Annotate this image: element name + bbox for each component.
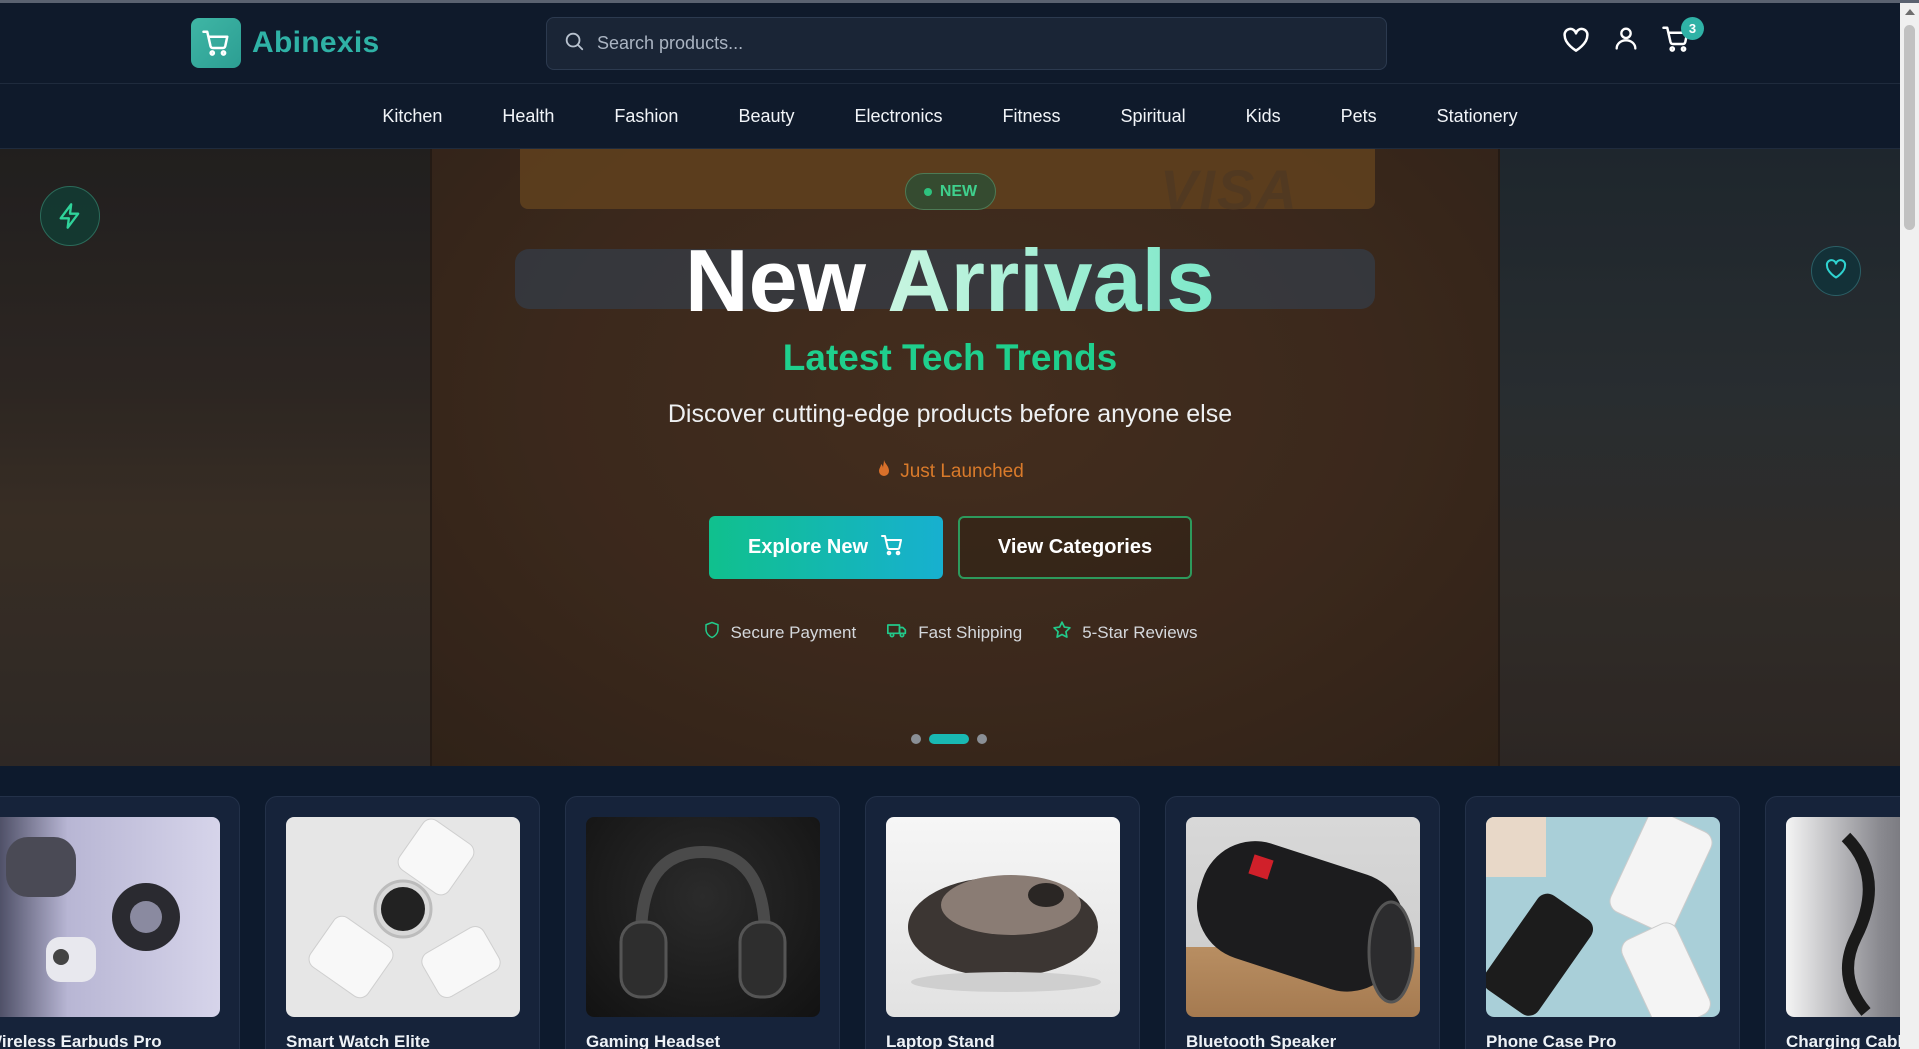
product-image-charging-cable: [1786, 817, 1900, 1017]
explore-new-label: Explore New: [747, 536, 869, 558]
trust-secure-payment-label: Secure Payment: [730, 622, 857, 642]
new-badge: NEW: [905, 173, 996, 210]
product-carousel: Wireless Earbuds Pro Smart Watch Elite G…: [0, 766, 1900, 1049]
explore-new-button[interactable]: Explore New: [709, 516, 943, 579]
search-bar[interactable]: [546, 17, 1387, 70]
trust-reviews-label: 5-Star Reviews: [1082, 622, 1198, 642]
slider-dot-3[interactable]: [977, 734, 987, 744]
product-name: Wireless Earbuds Pro: [0, 1032, 162, 1049]
hero-title-part2: Arrivals: [887, 231, 1215, 330]
product-image-phone-case: [1486, 817, 1720, 1017]
hero-title-part1: New: [685, 231, 866, 330]
cart-count-badge: 3: [1681, 17, 1704, 40]
category-link-fashion[interactable]: Fashion: [614, 106, 678, 127]
heart-icon: [1561, 25, 1591, 60]
wishlist-button[interactable]: [1558, 24, 1594, 60]
product-card[interactable]: Gaming Headset: [565, 796, 840, 1049]
category-nav: Kitchen Health Fashion Beauty Electronic…: [0, 85, 1900, 149]
page-scrollbar[interactable]: [1900, 3, 1919, 1049]
cart-button[interactable]: 3: [1658, 17, 1704, 59]
shield-icon: [703, 620, 721, 645]
trust-badges: Secure Payment Fast Shipping 5-Star Revi…: [0, 620, 1900, 645]
product-name: Gaming Headset: [586, 1032, 721, 1049]
category-link-pets[interactable]: Pets: [1341, 106, 1377, 127]
trust-secure-payment: Secure Payment: [703, 620, 857, 645]
hero-subtitle: Latest Tech Trends: [782, 337, 1118, 378]
product-image-laptop-stand: [886, 817, 1120, 1017]
site-header: Abinexis 3: [0, 3, 1900, 84]
slider-dots: [911, 734, 987, 744]
slider-dot-2[interactable]: [929, 734, 969, 744]
product-name: Smart Watch Elite: [286, 1032, 430, 1049]
trust-fast-shipping-label: Fast Shipping: [918, 622, 1023, 642]
product-image-bluetooth-speaker: [1186, 817, 1420, 1017]
category-link-stationery[interactable]: Stationery: [1437, 106, 1518, 127]
category-link-health[interactable]: Health: [502, 106, 554, 127]
product-card[interactable]: Laptop Stand: [865, 796, 1140, 1049]
product-image-headset: [586, 817, 820, 1017]
scroll-up-arrow-icon[interactable]: [1905, 9, 1915, 15]
star-icon: [1052, 620, 1072, 645]
product-name: Phone Case Pro: [1486, 1032, 1617, 1049]
scrollbar-thumb[interactable]: [1904, 25, 1915, 230]
product-card[interactable]: Wireless Earbuds Pro: [0, 796, 240, 1049]
category-link-fitness[interactable]: Fitness: [1003, 106, 1061, 127]
trust-fast-shipping: Fast Shipping: [886, 620, 1022, 645]
cart-icon: [880, 533, 904, 563]
hero-tagline: Just Launched: [0, 459, 1900, 485]
category-link-kids[interactable]: Kids: [1246, 106, 1281, 127]
hero-tagline-text: Just Launched: [900, 461, 1024, 482]
product-card[interactable]: Phone Case Pro: [1465, 796, 1740, 1049]
hero-description: Discover cutting-edge products before an…: [667, 400, 1233, 428]
category-link-beauty[interactable]: Beauty: [738, 106, 794, 127]
hero-banner: VISA NEW New Arrivals Latest Tech Trends…: [0, 149, 1900, 766]
cart-logo-icon: [191, 18, 241, 68]
product-image-earbuds: [0, 817, 220, 1017]
slider-dot-1[interactable]: [911, 734, 921, 744]
product-name: Laptop Stand: [886, 1032, 995, 1049]
product-card[interactable]: Smart Watch Elite: [265, 796, 540, 1049]
category-link-kitchen[interactable]: Kitchen: [382, 106, 442, 127]
trust-reviews: 5-Star Reviews: [1052, 620, 1197, 645]
view-categories-button[interactable]: View Categories: [958, 516, 1192, 579]
badge-dot-icon: [923, 187, 932, 196]
product-card[interactable]: Bluetooth Speaker: [1165, 796, 1440, 1049]
brand-logo[interactable]: Abinexis: [191, 18, 379, 68]
fire-icon: [876, 459, 892, 485]
truck-icon: [886, 620, 908, 645]
product-name: Charging Cable: [1786, 1032, 1900, 1049]
account-button[interactable]: [1608, 22, 1644, 58]
product-image-smart-watch: [286, 817, 520, 1017]
new-badge-label: NEW: [939, 182, 978, 200]
product-card[interactable]: Charging Cable: [1765, 796, 1900, 1049]
search-input[interactable]: [597, 33, 1386, 54]
hero-title: New Arrivals: [0, 231, 1900, 331]
product-name: Bluetooth Speaker: [1186, 1032, 1337, 1049]
user-icon: [1612, 24, 1640, 57]
category-link-spiritual[interactable]: Spiritual: [1121, 106, 1186, 127]
brand-name: Abinexis: [252, 26, 380, 59]
category-link-electronics[interactable]: Electronics: [854, 106, 942, 127]
search-icon: [563, 30, 585, 57]
